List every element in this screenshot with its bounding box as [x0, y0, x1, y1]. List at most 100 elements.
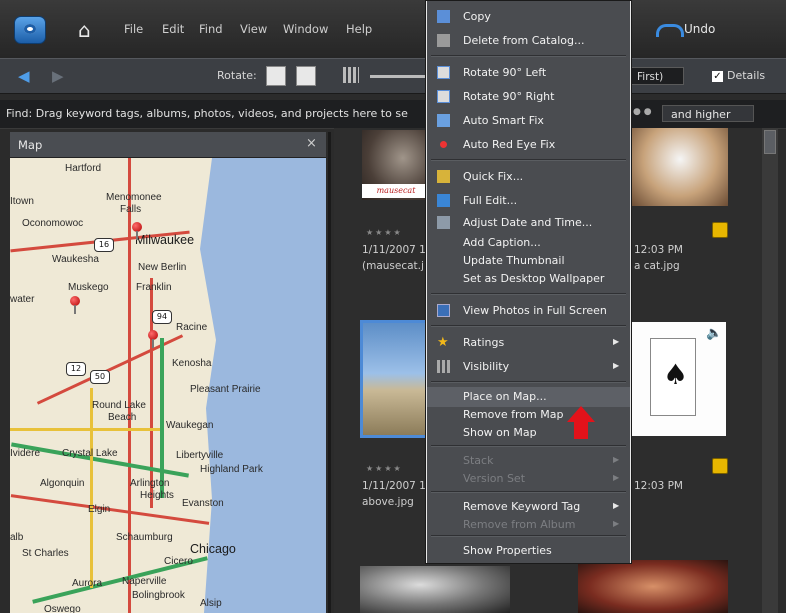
map-city: Elgin [88, 504, 111, 515]
star-icon: ★ [437, 335, 449, 350]
menu-item-remove-from-map[interactable]: Remove from Map [427, 405, 630, 425]
map-city: Oswego [44, 604, 81, 613]
menu-item-quick-fix[interactable]: Quick Fix... [427, 167, 630, 187]
browser-toolbar: ◀ ▶ Rotate: First) ✓ Details [0, 58, 786, 94]
forward-arrow-icon[interactable]: ▶ [52, 67, 64, 85]
menu-item-show-properties[interactable]: Show Properties [427, 541, 630, 561]
thumbnail-grid-icon[interactable] [343, 67, 359, 83]
menu-window[interactable]: Window [283, 22, 328, 36]
map-city: water [10, 294, 35, 305]
rating-filter-dropdown[interactable]: and higher [662, 105, 754, 122]
menu-item-adjust-date-time[interactable]: Adjust Date and Time... [427, 213, 630, 233]
find-bar[interactable]: Find: Drag keyword tags, albums, photos,… [0, 100, 786, 129]
menu-file[interactable]: File [124, 22, 143, 36]
menu-separator [431, 535, 626, 537]
menu-item-rotate-left[interactable]: Rotate 90° Left [427, 63, 630, 83]
trash-icon [437, 34, 450, 47]
submenu-arrow-icon: ▶ [613, 473, 620, 482]
menu-item-auto-smart-fix[interactable]: Auto Smart Fix [427, 111, 630, 131]
rating-stars[interactable]: ★★★★ [366, 464, 403, 473]
highway [128, 158, 131, 613]
scrollbar[interactable] [762, 128, 778, 613]
red-arrow-pointer-icon [567, 406, 595, 422]
photo-thumbnail[interactable] [578, 560, 728, 613]
menu-separator [431, 381, 626, 383]
rating-filter-stars[interactable]: ● ● [633, 107, 652, 117]
menu-item-place-on-map[interactable]: Place on Map... [427, 387, 630, 407]
photo-filename: a cat.jpg [634, 260, 680, 272]
map-city: Evanston [182, 498, 224, 509]
camera-icon[interactable] [14, 16, 46, 44]
route-shield: 94 [152, 310, 172, 324]
map-city: alb [10, 532, 24, 543]
submenu-arrow-icon: ▶ [613, 361, 620, 370]
menu-view[interactable]: View [240, 22, 267, 36]
thumbnail-size-slider[interactable] [370, 75, 428, 78]
menu-separator [431, 159, 626, 161]
menu-item-add-caption[interactable]: Add Caption... [427, 233, 630, 253]
map-city: Cicero [164, 556, 193, 567]
menu-item-set-desktop-wallpaper[interactable]: Set as Desktop Wallpaper [427, 269, 630, 289]
map-city: Waukesha [52, 254, 99, 265]
rotate-left-icon[interactable] [266, 66, 286, 86]
menu-item-delete-from-catalog[interactable]: Delete from Catalog... [427, 31, 630, 51]
menu-item-view-full-screen[interactable]: View Photos in Full Screen [427, 301, 630, 321]
menu-item-full-edit[interactable]: Full Edit... [427, 191, 630, 211]
route-shield: 12 [66, 362, 86, 376]
menu-separator [431, 491, 626, 493]
menu-edit[interactable]: Edit [162, 22, 184, 36]
map-city: Heights [140, 490, 174, 501]
top-bar: ⌂ File Edit Find View Window Help Undo [0, 0, 786, 58]
menu-item-show-on-map[interactable]: Show on Map [427, 423, 630, 443]
selected-photo-thumbnail[interactable] [360, 320, 428, 438]
menu-help[interactable]: Help [346, 22, 372, 36]
undo-button[interactable]: Undo [684, 22, 715, 36]
map-city: Bolingbrook [132, 590, 185, 601]
menu-item-version-set: Version Set ▶ [463, 472, 620, 485]
map-city: Aurora [72, 578, 103, 589]
rotate-left-icon [437, 66, 450, 79]
map-city: Schaumburg [116, 532, 173, 543]
checkmark-icon: ✓ [712, 70, 723, 82]
sort-order-dropdown[interactable]: First) [630, 67, 684, 85]
photo-thumbnail[interactable] [360, 566, 510, 613]
menu-item-ratings[interactable]: ★ Ratings ▶ [427, 333, 630, 353]
map-pin-icon[interactable] [70, 296, 80, 314]
undo-icon[interactable] [656, 24, 684, 37]
close-icon[interactable]: × [306, 136, 317, 151]
photo-date: 12:03 PM [634, 480, 683, 492]
submenu-arrow-icon: ▶ [613, 519, 620, 528]
rotate-right-icon[interactable] [296, 66, 316, 86]
map-city: Algonquin [40, 478, 85, 489]
full-edit-icon [437, 194, 450, 207]
map-city: St Charles [22, 548, 69, 559]
map-city: Milwaukee [135, 233, 195, 247]
submenu-arrow-icon: ▶ [613, 337, 620, 346]
stack-icon[interactable] [712, 458, 728, 474]
map-city: Muskego [68, 282, 109, 293]
menu-item-visibility[interactable]: Visibility ▶ [427, 357, 630, 377]
menu-separator [431, 293, 626, 295]
map-canvas[interactable]: Hartford Menomonee Falls Itown Oconomowo… [10, 158, 326, 613]
menu-item-rotate-right[interactable]: Rotate 90° Right [427, 87, 630, 107]
speaker-icon[interactable]: 🔈 [706, 326, 722, 341]
menu-item-remove-keyword-tag[interactable]: Remove Keyword Tag ▶ [427, 497, 630, 517]
home-icon[interactable]: ⌂ [78, 20, 91, 40]
map-city: Round Lake [92, 400, 146, 411]
photo-thumbnail[interactable] [632, 128, 728, 206]
rating-stars[interactable]: ★★★★ [366, 228, 403, 237]
photo-filename: (mausecat.j [362, 260, 424, 272]
back-arrow-icon[interactable]: ◀ [18, 67, 30, 85]
menu-item-copy[interactable]: Copy [427, 7, 630, 27]
stack-icon[interactable] [712, 222, 728, 238]
menu-item-update-thumbnail[interactable]: Update Thumbnail [427, 251, 630, 271]
scrollbar-thumb[interactable] [764, 130, 776, 154]
menu-item-auto-red-eye-fix[interactable]: Auto Red Eye Fix [427, 135, 630, 155]
menu-item-remove-from-album: Remove from Album ▶ [463, 518, 620, 531]
panel-splitter[interactable] [328, 132, 331, 613]
details-checkbox[interactable]: ✓ Details [712, 69, 765, 82]
menu-find[interactable]: Find [199, 22, 223, 36]
map-pin-icon[interactable] [132, 222, 142, 240]
photo-date: 1/11/2007 1 [362, 244, 426, 256]
map-pin-icon[interactable] [148, 330, 158, 348]
